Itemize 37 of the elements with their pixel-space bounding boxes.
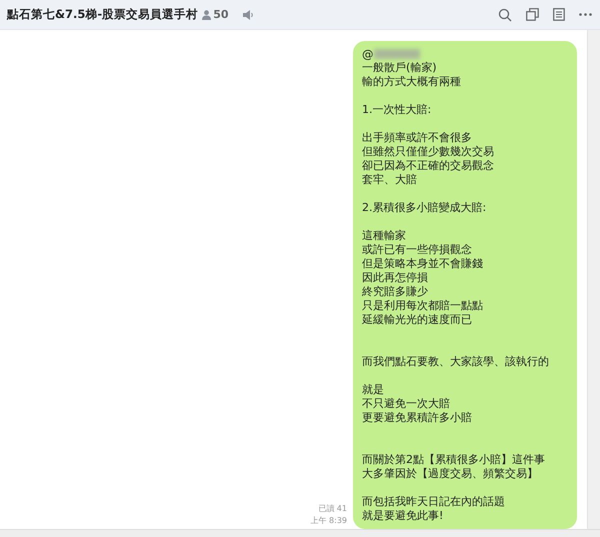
mention: @ [362,46,374,61]
speaker-icon[interactable] [242,10,254,20]
message-line: 因此再怎停損 [362,271,428,285]
scrollbar[interactable] [587,30,600,529]
person-icon [202,10,212,20]
message-line: 大多肇因於【過度交易、頻繁交易】 [362,467,538,481]
message-line: 1.一次性大賠: [362,103,432,117]
search-icon[interactable] [498,8,512,22]
message-line: 一般散戶(輸家) [362,61,437,75]
copy-icon[interactable] [526,8,539,21]
more-icon[interactable] [579,13,592,16]
message-line: 更要避免累積許多小賠 [362,411,472,425]
message-line: 或許已有一些停損觀念 [362,243,472,257]
message-line: 而包括我昨天日記在內的話題 [362,495,505,509]
message-line: 但是策略本身並不會賺錢 [362,257,483,271]
message-line: 終究賠多賺少 [362,285,428,299]
message-time: 上午 8:39 [310,515,347,527]
blurred-name [374,48,420,59]
input-bar[interactable] [0,529,600,537]
message-line: 但雖然只僅僅少數幾次交易 [362,145,494,159]
message-line: 出手頻率或許不會很多 [362,131,472,145]
member-count: 50 [213,8,228,21]
message-line: 套牢、大賠 [362,173,417,187]
read-receipt: 已讀 41 [318,503,347,515]
chat-title: 點石第七&7.5梯-股票交易員選手村 [7,7,198,22]
message-line: 而我們點石要教、大家該學、該執行的 [362,355,549,369]
message-line: 而關於第2點【累積很多小賠】這件事 [362,453,545,467]
message-line: 卻已因為不正確的交易觀念 [362,159,494,173]
message-line: 就是 [362,383,384,397]
message-line: 只是利用每次都賠一點點 [362,299,483,313]
notes-icon[interactable] [553,8,565,21]
message-line: 這種輸家 [362,229,406,243]
message-line: 輸的方式大概有兩種 [362,75,461,89]
message-line: 2.累積很多小賠變成大賠: [362,201,486,215]
message-line: 就是要避免此事! [362,509,444,523]
message-line: 延緩輸光光的速度而已 [362,313,472,327]
message-line: 不只避免一次大賠 [362,397,450,411]
